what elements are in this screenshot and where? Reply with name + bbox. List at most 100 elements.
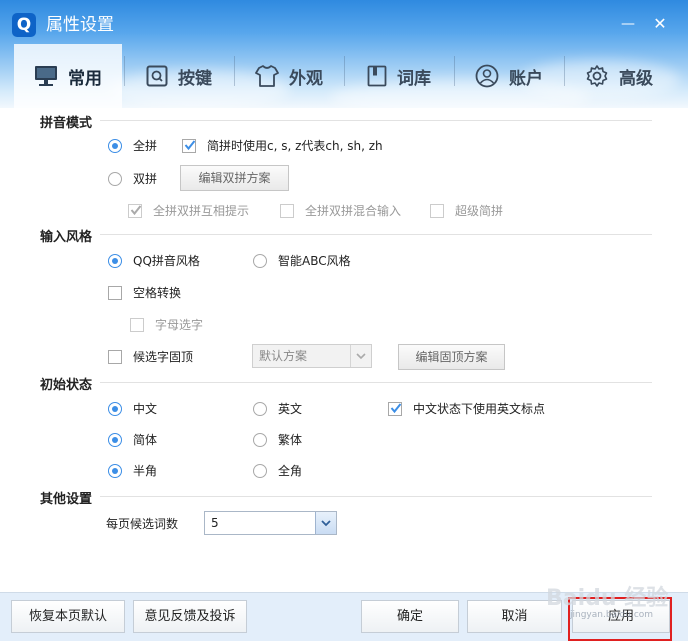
radio-english[interactable]: 英文 (253, 400, 302, 417)
section-divider (100, 234, 652, 235)
apply-button[interactable]: 应用 (572, 600, 670, 633)
check-letter-select[interactable]: 字母选字 (130, 316, 203, 333)
radio-indicator (253, 463, 267, 478)
radio-indicator (108, 401, 122, 416)
radio-quanpin[interactable]: 全拼 (108, 137, 157, 154)
tab-keys[interactable]: 按键 (128, 44, 230, 108)
dropdown-arrow (350, 345, 371, 367)
radio-shuangpin[interactable]: 双拼 (108, 170, 157, 187)
radio-half-width[interactable]: 半角 (108, 462, 157, 479)
restore-default-button[interactable]: 恢复本页默认 (11, 600, 125, 633)
option-label: 中文状态下使用英文标点 (413, 402, 546, 416)
settings-content: 拼音模式 全拼 简拼时使用c, s, z代表ch, sh, zh 双拼 编辑双拼… (0, 108, 688, 592)
radio-full-width[interactable]: 全角 (253, 462, 302, 479)
option-label: 全拼双拼混合输入 (305, 204, 402, 218)
close-button[interactable]: ✕ (646, 10, 674, 38)
option-label: 英文 (278, 402, 303, 416)
edit-shuangpin-button[interactable]: 编辑双拼方案 (180, 165, 289, 191)
cancel-button[interactable]: 取消 (467, 600, 562, 633)
candidates-per-page-select[interactable]: 5 (204, 511, 337, 535)
radio-indicator (108, 138, 122, 153)
tab-label: 词库 (397, 68, 431, 89)
option-label: 双拼 (133, 172, 158, 186)
tab-dictionary[interactable]: 词库 (348, 44, 450, 108)
radio-chinese[interactable]: 中文 (108, 400, 157, 417)
book-icon (367, 65, 387, 87)
section-divider (100, 120, 652, 121)
edit-pin-scheme-button[interactable]: 编辑固顶方案 (398, 344, 505, 370)
section-title-initial-state: 初始状态 (40, 378, 93, 393)
check-mutual-hint[interactable]: 全拼双拼互相提示 (128, 202, 249, 219)
radio-simplified[interactable]: 简体 (108, 431, 157, 448)
radio-abc-style[interactable]: 智能ABC风格 (253, 252, 351, 269)
checkbox (128, 203, 142, 218)
radio-indicator (108, 253, 122, 268)
section-title-other: 其他设置 (40, 492, 93, 507)
radio-indicator (108, 171, 122, 186)
chevron-down-icon (356, 353, 366, 360)
radio-indicator (253, 401, 267, 416)
section-title-pinyin-mode: 拼音模式 (40, 116, 93, 131)
check-jianpin-csz[interactable]: 简拼时使用c, s, z代表ch, sh, zh (182, 137, 383, 154)
option-label: 中文 (133, 402, 158, 416)
tab-divider (234, 56, 235, 86)
user-icon (475, 64, 499, 88)
radio-indicator (253, 253, 267, 268)
option-label: 智能ABC风格 (278, 254, 351, 268)
tab-label: 按键 (178, 68, 212, 89)
radio-traditional[interactable]: 繁体 (253, 431, 302, 448)
select-value: 默认方案 (259, 349, 308, 363)
tab-bar: 常用 按键 外观 词库 账户 高级 (0, 44, 688, 108)
checkmark-icon (130, 204, 142, 215)
dropdown-arrow (315, 512, 336, 534)
tab-divider (124, 56, 125, 86)
section-divider (100, 496, 652, 497)
check-english-punct[interactable]: 中文状态下使用英文标点 (388, 400, 545, 417)
checkbox (280, 203, 294, 218)
radio-indicator (253, 432, 267, 447)
option-label: 半角 (133, 464, 158, 478)
section-divider (100, 382, 652, 383)
tab-divider (344, 56, 345, 86)
candidates-per-page-label: 每页候选词数 (106, 517, 179, 531)
radio-indicator (108, 432, 122, 447)
settings-window: Q 属性设置 — ✕ 常用 按键 外观 词库 账户 高级 拼音模式 全拼 简拼时… (0, 0, 688, 641)
radio-indicator (108, 463, 122, 478)
option-label: 全角 (278, 464, 303, 478)
tab-label: 常用 (68, 68, 102, 89)
tab-divider (454, 56, 455, 86)
check-mixed-input[interactable]: 全拼双拼混合输入 (280, 202, 401, 219)
option-label: 超级简拼 (455, 204, 504, 218)
window-title: 属性设置 (46, 15, 114, 35)
checkbox (130, 317, 144, 332)
tab-label: 外观 (289, 68, 323, 89)
check-super-jianpin[interactable]: 超级简拼 (430, 202, 503, 219)
option-label: 候选字固顶 (133, 350, 194, 364)
checkmark-icon (390, 402, 402, 413)
footer-bar: 恢复本页默认 意见反馈及投诉 确定 取消 应用 (0, 592, 688, 641)
ok-button[interactable]: 确定 (361, 600, 459, 633)
feedback-button[interactable]: 意见反馈及投诉 (133, 600, 247, 633)
tab-account[interactable]: 账户 (458, 44, 560, 108)
section-title-input-style: 输入风格 (40, 230, 93, 245)
option-label: 繁体 (278, 433, 303, 447)
q-key-icon (146, 65, 168, 87)
minimize-button[interactable]: — (614, 10, 642, 38)
radio-qq-style[interactable]: QQ拼音风格 (108, 252, 200, 269)
tab-common[interactable]: 常用 (14, 44, 122, 108)
option-label: 简拼时使用c, s, z代表ch, sh, zh (207, 139, 383, 153)
check-space-convert[interactable]: 空格转换 (108, 284, 181, 301)
checkbox (108, 349, 122, 364)
tab-advanced[interactable]: 高级 (568, 44, 670, 108)
tab-appearance[interactable]: 外观 (238, 44, 340, 108)
checkmark-icon (184, 139, 196, 150)
tab-label: 账户 (509, 68, 543, 89)
check-pin-candidate[interactable]: 候选字固顶 (108, 348, 193, 365)
option-label: QQ拼音风格 (133, 254, 200, 268)
pin-scheme-select[interactable]: 默认方案 (252, 344, 372, 368)
checkbox (108, 285, 122, 300)
option-label: 全拼 (133, 139, 158, 153)
app-logo: Q (12, 13, 36, 37)
checkbox (182, 138, 196, 153)
chevron-down-icon (321, 520, 331, 527)
